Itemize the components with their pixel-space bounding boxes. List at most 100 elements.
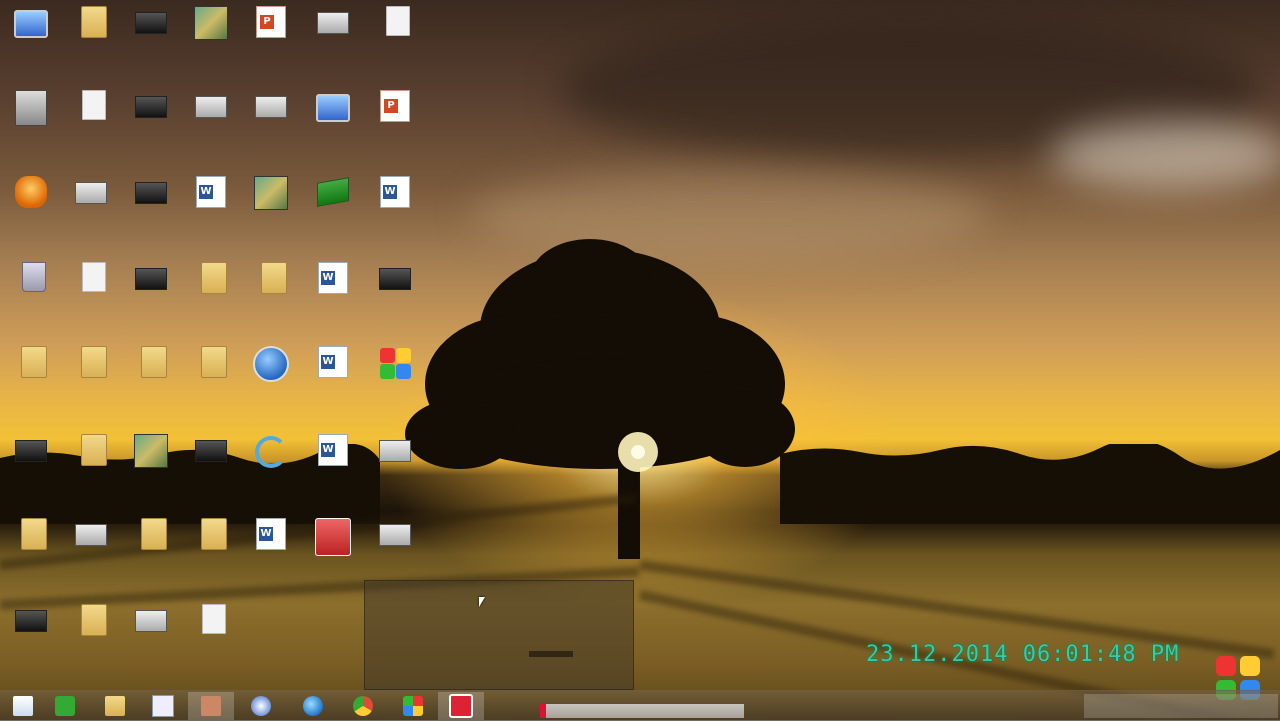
desktop-icon[interactable] [62, 512, 120, 590]
desktop-icon[interactable] [242, 428, 300, 506]
desktop-icon[interactable] [366, 256, 424, 334]
monitor-icon [14, 10, 48, 38]
task-ie[interactable] [290, 692, 336, 720]
desktop-icon[interactable] [304, 512, 362, 590]
desktop-icon[interactable] [242, 512, 300, 590]
task-tiles[interactable] [390, 692, 436, 720]
folder-icon [200, 518, 227, 550]
word-icon [318, 346, 348, 378]
desktop-icon[interactable] [122, 170, 180, 248]
desktop-icon[interactable] [366, 0, 424, 78]
internet-explorer-icon [303, 696, 323, 716]
dark-image-icon [135, 268, 167, 290]
desktop-icon[interactable] [2, 170, 60, 248]
desktop-icon[interactable] [2, 340, 60, 418]
task-app-active[interactable] [188, 692, 234, 720]
mouse-cursor [479, 597, 485, 607]
window-bar [529, 651, 573, 657]
desktop-icon[interactable] [62, 170, 120, 248]
folder-icon [140, 346, 167, 378]
desktop-icon[interactable] [182, 340, 240, 418]
desktop-icon[interactable] [2, 428, 60, 506]
desktop-icon[interactable] [182, 512, 240, 590]
desktop-icon[interactable] [62, 0, 120, 78]
folder-icon [80, 346, 107, 378]
desktop-icon[interactable] [182, 428, 240, 506]
desktop-icon[interactable] [366, 340, 424, 418]
desktop-icon[interactable] [122, 0, 180, 78]
dark-image-icon [15, 440, 47, 462]
folder-icon [20, 518, 47, 550]
dark-image-icon [135, 96, 167, 118]
desktop-icon[interactable] [304, 84, 362, 162]
image-thumb-icon [75, 182, 107, 204]
dark-image-icon [135, 12, 167, 34]
desktop-icon[interactable] [366, 512, 424, 590]
image-thumb-icon [317, 12, 349, 34]
desktop-icon[interactable] [122, 84, 180, 162]
app-icon [201, 696, 221, 716]
desktop-icon[interactable] [2, 256, 60, 334]
desktop-icon[interactable] [182, 84, 240, 162]
desktop-icon[interactable] [62, 340, 120, 418]
desktop-icon[interactable] [242, 170, 300, 248]
desktop-icon[interactable] [122, 598, 180, 676]
desktop-icon[interactable] [366, 428, 424, 506]
document-icon [152, 695, 174, 717]
desktop-icon[interactable] [122, 428, 180, 506]
desktop-icon[interactable] [304, 256, 362, 334]
green-app-icon [55, 696, 75, 716]
task-app-blue[interactable] [238, 692, 284, 720]
desktop-icon[interactable] [122, 256, 180, 334]
task-red-app[interactable] [438, 692, 484, 720]
desktop-icon[interactable] [242, 84, 300, 162]
desktop-icon[interactable] [62, 256, 120, 334]
image-thumb-icon [255, 96, 287, 118]
desktop-icon[interactable] [242, 0, 300, 78]
desktop-icon[interactable] [366, 170, 424, 248]
desktop-icon[interactable] [304, 0, 362, 78]
desktop-icon[interactable] [182, 170, 240, 248]
desktop-clock: 23.12.2014 06:01:48 PM [866, 642, 1180, 667]
word-icon [256, 518, 286, 550]
transparent-window[interactable] [364, 580, 634, 690]
task-chrome[interactable] [340, 692, 386, 720]
chrome-icon [353, 696, 373, 716]
desktop-icon[interactable] [2, 598, 60, 676]
desktop-icon[interactable] [182, 0, 240, 78]
system-tray[interactable] [1084, 694, 1278, 718]
desktop-icon[interactable] [2, 84, 60, 162]
tiles-icon [403, 696, 423, 716]
image-thumb-icon [75, 524, 107, 546]
start-button[interactable] [0, 692, 46, 720]
desktop-icon[interactable] [62, 598, 120, 676]
windows-icon [13, 696, 33, 716]
desktop-icon[interactable] [2, 0, 60, 78]
task-explorer[interactable] [92, 692, 138, 720]
orange-app-icon [15, 176, 47, 208]
desktop-icon[interactable] [62, 84, 120, 162]
desktop-icon[interactable] [62, 428, 120, 506]
task-app-1[interactable] [42, 692, 88, 720]
document-icon [82, 262, 106, 292]
desktop-icon[interactable] [304, 170, 362, 248]
task-notepad[interactable] [140, 692, 186, 720]
desktop-icon[interactable] [182, 598, 240, 676]
desktop-icon[interactable] [304, 428, 362, 506]
word-icon [318, 262, 348, 294]
folder-icon [140, 518, 167, 550]
desktop-icon[interactable] [2, 512, 60, 590]
desktop-icon[interactable] [304, 340, 362, 418]
folder-icon [20, 346, 47, 378]
dark-image-icon [15, 610, 47, 632]
desktop-icon[interactable] [366, 84, 424, 162]
desktop-icon[interactable] [122, 512, 180, 590]
taskbar-window-thumbnail[interactable] [540, 704, 744, 718]
folder-icon [105, 696, 125, 716]
image-thumb-icon [379, 524, 411, 546]
desktop-icon[interactable] [242, 256, 300, 334]
folder-icon [80, 6, 107, 38]
desktop-icon[interactable] [122, 340, 180, 418]
desktop-icon[interactable] [182, 256, 240, 334]
desktop-icon[interactable] [242, 340, 300, 418]
